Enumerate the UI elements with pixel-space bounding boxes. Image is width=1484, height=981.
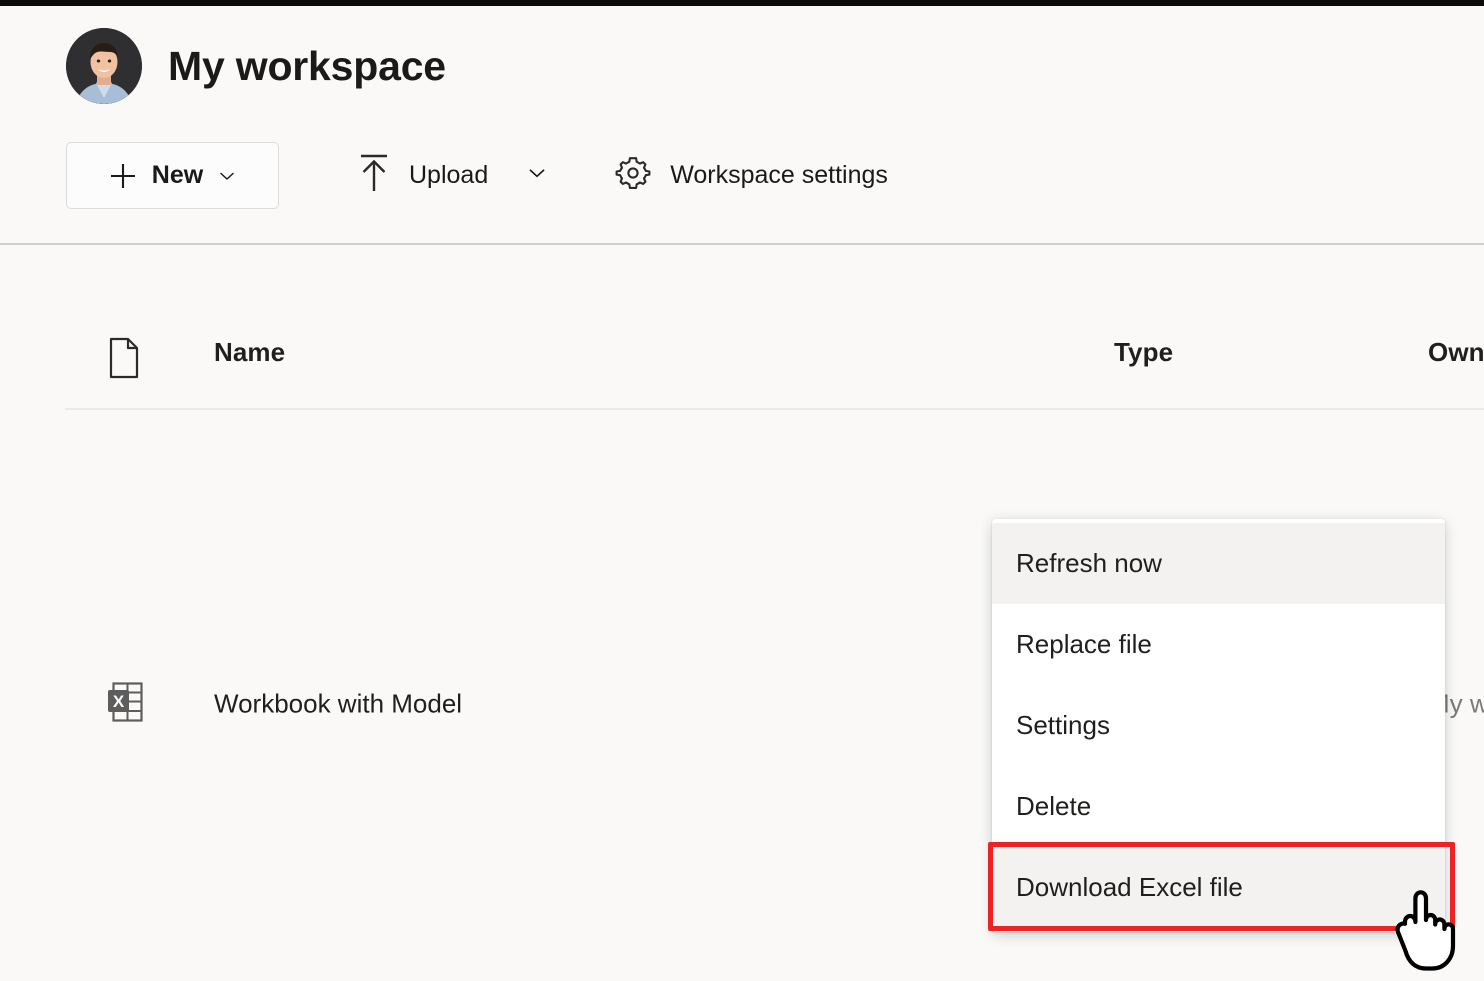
upload-arrow-icon — [355, 151, 393, 200]
menu-item-replace-file[interactable]: Replace file — [992, 604, 1445, 685]
chevron-down-icon — [526, 162, 548, 189]
column-header-type[interactable]: Type — [1114, 337, 1173, 368]
column-header-name[interactable]: Name — [214, 337, 285, 368]
chevron-down-icon — [217, 166, 237, 186]
menu-item-refresh-now[interactable]: Refresh now — [992, 523, 1445, 604]
page-title: My workspace — [168, 46, 446, 87]
toolbar: New Upload — [66, 142, 896, 209]
menu-item-settings[interactable]: Settings — [992, 685, 1445, 766]
svg-text:X: X — [113, 692, 125, 711]
table-header-row: Name Type Own — [0, 245, 1484, 409]
upload-button-label: Upload — [409, 161, 488, 190]
avatar — [66, 28, 142, 104]
excel-workbook-icon: X — [104, 678, 148, 733]
plus-icon — [108, 161, 138, 191]
gear-icon — [612, 152, 654, 199]
page-header: My workspace New — [0, 6, 1484, 244]
workspace-settings-button[interactable]: Workspace settings — [604, 142, 896, 209]
workspace-settings-label: Workspace settings — [670, 161, 888, 190]
row-name-link[interactable]: Workbook with Model — [214, 689, 462, 720]
document-icon — [107, 337, 141, 386]
column-header-owner[interactable]: Own — [1428, 337, 1484, 368]
new-button[interactable]: New — [66, 142, 279, 209]
workspace-page: My workspace New — [0, 0, 1484, 981]
upload-button[interactable]: Upload — [347, 142, 556, 209]
workspace-title-row: My workspace — [66, 28, 446, 104]
items-table: Name Type Own X Workbook with Model Work… — [0, 245, 1484, 409]
menu-item-download-excel-file[interactable]: Download Excel file — [992, 847, 1445, 928]
new-button-label: New — [152, 161, 203, 190]
context-menu: Refresh now Replace file Settings Delete… — [992, 519, 1445, 932]
menu-item-delete[interactable]: Delete — [992, 766, 1445, 847]
table-header-divider — [65, 408, 1484, 410]
